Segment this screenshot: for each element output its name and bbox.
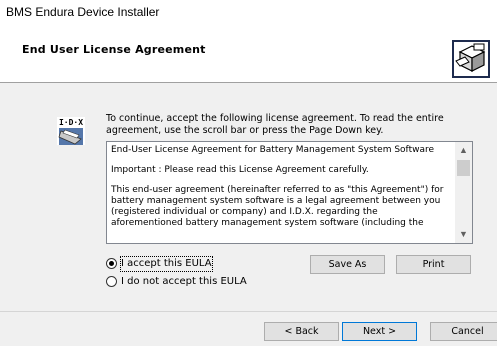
eula-textbox[interactable]: End-User License Agreement for Battery M… [106, 141, 473, 244]
scroll-thumb[interactable] [457, 160, 470, 176]
scroll-down-arrow-icon[interactable]: ▼ [455, 226, 472, 243]
wizard-content: I·D·X To continue, accept the following … [0, 83, 497, 346]
title-bar[interactable]: BMS Endura Device Installer [0, 0, 497, 25]
eula-paragraph: Important : Please read this License Agr… [111, 165, 369, 175]
window-title: BMS Endura Device Installer [6, 5, 160, 19]
page-title: End User License Agreement [22, 43, 206, 56]
accept-eula-label[interactable]: I accept this EULA [120, 256, 213, 272]
eula-scrollbar[interactable]: ▲ ▼ [455, 142, 472, 243]
intro-text: To continue, accept the following licens… [106, 113, 444, 136]
wizard-header: End User License Agreement [0, 25, 497, 83]
svg-text:I·D·X: I·D·X [59, 118, 83, 127]
installer-window: BMS Endura Device Installer End User Lic… [0, 0, 497, 346]
footer-divider [0, 311, 497, 312]
decline-eula-radio[interactable]: I do not accept this EULA [106, 275, 266, 289]
next-button[interactable]: Next > [342, 322, 417, 341]
print-button[interactable]: Print [396, 255, 471, 274]
decline-eula-label[interactable]: I do not accept this EULA [121, 275, 247, 289]
back-button[interactable]: < Back [264, 322, 339, 341]
radio-selected-icon[interactable] [106, 258, 117, 269]
eula-text: End-User License Agreement for Battery M… [111, 145, 451, 238]
eula-paragraph: This end-user agreement (hereinafter ref… [111, 185, 444, 228]
installer-box-icon [452, 40, 490, 78]
cancel-button[interactable]: Cancel [430, 322, 497, 341]
eula-paragraph: End-User License Agreement for Battery M… [111, 145, 435, 155]
scroll-up-arrow-icon[interactable]: ▲ [455, 142, 472, 159]
radio-unselected-icon[interactable] [106, 276, 117, 287]
save-as-button[interactable]: Save As [310, 255, 385, 274]
accept-eula-radio[interactable]: I accept this EULA [106, 256, 266, 272]
license-book-icon: I·D·X [57, 117, 85, 145]
